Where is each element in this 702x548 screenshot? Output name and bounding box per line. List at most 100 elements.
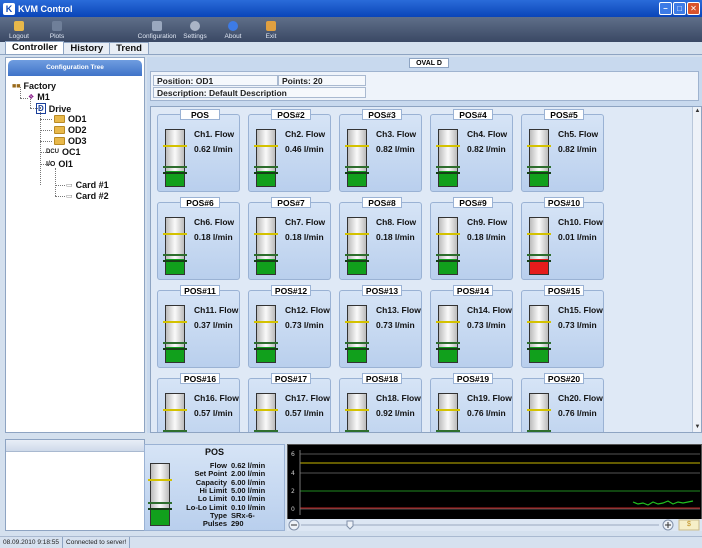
- flow-value: 0.46 l/min: [285, 144, 324, 154]
- factory-icon: ■■: [12, 82, 21, 90]
- toolbar: Logout Plots Configuration Settings Abou…: [0, 17, 702, 42]
- sensor-card[interactable]: POS#5 Ch5. Flow 0.82 l/min: [521, 109, 604, 192]
- configuration-button[interactable]: Configuration: [138, 17, 176, 42]
- channel-label: Ch14. Flow: [467, 305, 512, 315]
- sensor-card[interactable]: POS#6 Ch6. Flow 0.18 l/min: [157, 197, 240, 280]
- flow-value: 0.82 l/min: [376, 144, 415, 154]
- close-button[interactable]: ✕: [687, 2, 700, 15]
- tab-trend[interactable]: Trend: [109, 42, 149, 54]
- sensor-card-title: POS#7: [271, 197, 311, 208]
- flow-meter: [345, 129, 369, 187]
- channel-label: Ch10. Flow: [558, 217, 603, 227]
- zoom-out-button[interactable]: [289, 519, 299, 531]
- flow-meter: [254, 393, 278, 432]
- tree-node-card1[interactable]: ▭ Card #1: [66, 180, 109, 190]
- exit-icon: [266, 21, 276, 31]
- channel-label: Ch13. Flow: [376, 305, 421, 315]
- tree-node-od3[interactable]: OD3: [54, 136, 87, 146]
- zoom-in-button[interactable]: [665, 517, 675, 529]
- trend-controls: $: [287, 519, 702, 531]
- sensor-card[interactable]: POS Ch1. Flow 0.62 l/min: [157, 109, 240, 192]
- sensor-card-title: POS#15: [544, 285, 584, 296]
- sensor-card-title: POS#17: [271, 373, 311, 384]
- tree-node-oc1[interactable]: DCU OC1: [46, 147, 81, 157]
- sensor-card[interactable]: POS#4 Ch4. Flow 0.82 l/min: [430, 109, 513, 192]
- flow-meter: [527, 129, 551, 187]
- flow-meter: [436, 129, 460, 187]
- sensor-card[interactable]: POS#3 Ch3. Flow 0.82 l/min: [339, 109, 422, 192]
- status-bar: 08.09.2010 9:18:55 Connected to server!: [0, 536, 702, 548]
- status-timestamp: 08.09.2010 9:18:55: [0, 537, 64, 548]
- channel-label: Ch15. Flow: [558, 305, 603, 315]
- tree-node-oi1[interactable]: I/O OI1: [46, 159, 73, 169]
- time-slider-handle[interactable]: [345, 519, 355, 531]
- flow-meter: [345, 393, 369, 432]
- exit-button[interactable]: Exit: [252, 17, 290, 42]
- tree-node-m1[interactable]: ❖ M1: [28, 92, 50, 102]
- flow-meter: [163, 305, 187, 363]
- about-button[interactable]: About: [214, 17, 252, 42]
- tab-controller[interactable]: Controller: [5, 41, 65, 54]
- folder-icon: [54, 115, 65, 123]
- sensor-card[interactable]: POS#9 Ch9. Flow 0.18 l/min: [430, 197, 513, 280]
- sensor-card[interactable]: POS#17 Ch17. Flow 0.57 l/min: [248, 373, 331, 432]
- flow-value: 0.57 l/min: [194, 408, 233, 418]
- sensor-detail-panel: POS Flow 0.62 l/min Set Point 2.00 l/min Cap…: [144, 444, 285, 531]
- sensor-card[interactable]: POS#18 Ch18. Flow 0.92 l/min: [339, 373, 422, 432]
- channel-label: Ch6. Flow: [194, 217, 235, 227]
- card-icon: ▭: [66, 193, 73, 200]
- channel-label: Ch11. Flow: [194, 305, 239, 315]
- sensor-card[interactable]: POS#16 Ch16. Flow 0.57 l/min: [157, 373, 240, 432]
- folder-icon: [54, 137, 65, 145]
- channel-label: Ch8. Flow: [376, 217, 417, 227]
- channel-label: Ch7. Flow: [285, 217, 326, 227]
- vertical-scrollbar[interactable]: ▲ ▼: [692, 107, 701, 432]
- io-icon: I/O: [46, 160, 56, 168]
- sensor-card[interactable]: POS#19 Ch19. Flow 0.76 l/min: [430, 373, 513, 432]
- tree-node-factory[interactable]: ■■ Factory: [12, 81, 56, 91]
- sensor-card[interactable]: POS#14 Ch14. Flow 0.73 l/min: [430, 285, 513, 368]
- play-button[interactable]: $: [679, 520, 699, 530]
- sensor-card[interactable]: POS#10 Ch10. Flow 0.01 l/min: [521, 197, 604, 280]
- sensor-card[interactable]: POS#20 Ch20. Flow 0.76 l/min: [521, 373, 604, 432]
- sensor-card[interactable]: POS#12 Ch12. Flow 0.73 l/min: [248, 285, 331, 368]
- flow-value: 0.18 l/min: [285, 232, 324, 242]
- scroll-down-icon[interactable]: ▼: [693, 423, 701, 432]
- tree-node-od2[interactable]: OD2: [54, 125, 87, 135]
- flow-value: 0.73 l/min: [467, 320, 506, 330]
- logout-button[interactable]: Logout: [0, 17, 38, 42]
- detail-value: 290: [231, 519, 244, 529]
- sensor-card-title: POS#2: [271, 109, 311, 120]
- sensor-card[interactable]: POS#13 Ch13. Flow 0.73 l/min: [339, 285, 422, 368]
- sensor-card[interactable]: POS#2 Ch2. Flow 0.46 l/min: [248, 109, 331, 192]
- tree-node-od1[interactable]: OD1: [54, 114, 87, 124]
- flow-meter: [163, 393, 187, 432]
- about-icon: [228, 21, 238, 31]
- window-title: KVM Control: [18, 3, 73, 14]
- title-bar: K KVM Control – □ ✕: [0, 0, 702, 17]
- scroll-up-icon[interactable]: ▲: [693, 107, 701, 116]
- position-field: Position: OD1: [153, 75, 278, 86]
- maximize-button[interactable]: □: [673, 2, 686, 15]
- flow-meter: [436, 217, 460, 275]
- channel-label: Ch4. Flow: [467, 129, 508, 139]
- flow-value: 0.76 l/min: [467, 408, 506, 418]
- sensor-card[interactable]: POS#15 Ch15. Flow 0.73 l/min: [521, 285, 604, 368]
- sensor-card-title: POS#16: [180, 373, 220, 384]
- flow-trend-line: [632, 500, 694, 506]
- sensor-card[interactable]: POS#11 Ch11. Flow 0.37 l/min: [157, 285, 240, 368]
- channel-label: Ch19. Flow: [467, 393, 512, 403]
- sensor-card[interactable]: POS#7 Ch7. Flow 0.18 l/min: [248, 197, 331, 280]
- plots-button[interactable]: Plots: [38, 17, 76, 42]
- minimize-button[interactable]: –: [659, 2, 672, 15]
- sensor-card-title: POS#6: [180, 197, 220, 208]
- sensor-card[interactable]: POS#8 Ch8. Flow 0.18 l/min: [339, 197, 422, 280]
- tree-node-drive[interactable]: D Drive: [36, 103, 71, 114]
- tab-history[interactable]: History: [63, 42, 111, 54]
- settings-button[interactable]: Settings: [176, 17, 214, 42]
- tree-node-card2[interactable]: ▭ Card #2: [66, 191, 109, 201]
- flow-value: 0.82 l/min: [558, 144, 597, 154]
- channel-label: Ch16. Flow: [194, 393, 239, 403]
- flow-value: 0.92 l/min: [376, 408, 415, 418]
- dcu-icon: DCU: [46, 149, 59, 155]
